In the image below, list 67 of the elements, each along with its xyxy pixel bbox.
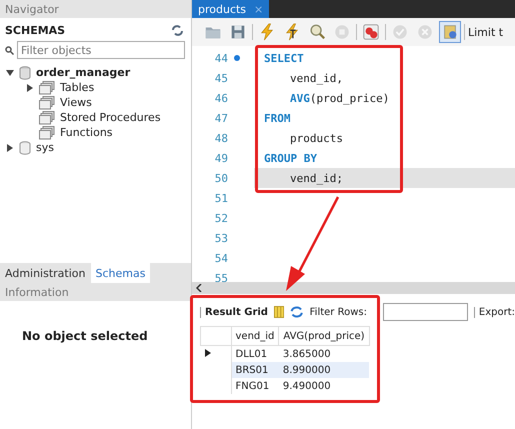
panel-tab[interactable]: Schemas [90, 263, 150, 283]
folder-stack-icon [39, 96, 55, 110]
folder-stack-icon [39, 110, 55, 124]
refresh-icon[interactable] [172, 25, 183, 36]
line-number: 47 [214, 112, 228, 124]
table-cell: BRS01 [231, 362, 279, 378]
line-number: 53 [214, 232, 228, 244]
code-line: products [290, 132, 343, 144]
line-number: 44 [214, 52, 228, 64]
line-number: 48 [214, 132, 228, 144]
line-number: 51 [214, 192, 228, 204]
cancel-icon [416, 23, 434, 41]
tree-item[interactable]: Tables [60, 81, 94, 94]
folder-stack-icon [39, 80, 55, 94]
export-label: Export: [474, 306, 515, 318]
line-number: 50 [214, 172, 228, 184]
schema-item[interactable]: sys [36, 141, 54, 154]
line-number: 46 [214, 92, 228, 104]
database-icon [19, 140, 31, 154]
code-line: GROUP BY [264, 152, 317, 164]
code-line: AVG(prod_price) [290, 92, 390, 104]
grid-icon[interactable] [274, 305, 284, 319]
section-title: SCHEMAS [5, 24, 66, 37]
collapsed-arrow-icon[interactable] [6, 144, 14, 152]
search-icon [5, 46, 14, 54]
tree-item[interactable]: Stored Procedures [60, 111, 161, 124]
table-cell: DLL01 [231, 346, 279, 362]
filter-label: Filter Rows: [310, 306, 367, 318]
code-line: vend_id, [290, 72, 343, 84]
table-cell: 3.865000 [278, 346, 370, 362]
line-number: 49 [214, 152, 228, 164]
autocommit-button[interactable] [439, 21, 461, 43]
line-number: 52 [214, 212, 228, 224]
expanded-arrow-icon[interactable] [6, 68, 14, 76]
save-icon [229, 23, 247, 41]
line-number: 55 [214, 272, 228, 282]
result-grid-label[interactable]: Result Grid [200, 306, 268, 318]
code-line: SELECT [264, 52, 304, 64]
folder-stack-icon [39, 126, 55, 140]
magnifier-icon [308, 23, 326, 41]
code-line: FROM [264, 112, 290, 124]
table-cell: 8.990000 [278, 362, 370, 378]
panel-title: Information [0, 283, 191, 301]
stop-icon [333, 23, 351, 41]
table-cell: FNG01 [231, 378, 279, 394]
error-toggle-icon [362, 23, 380, 41]
filter-field[interactable]: Filter objects [17, 41, 185, 59]
column-header[interactable]: vend_id [231, 326, 279, 346]
refresh-icon[interactable] [290, 305, 304, 319]
line-number: 45 [214, 72, 228, 84]
info-message: No object selected [22, 329, 148, 343]
scroll-left-icon[interactable] [196, 284, 202, 292]
collapsed-arrow-icon[interactable] [26, 84, 34, 92]
filter-rows-field[interactable] [382, 303, 468, 321]
autocommit-icon [441, 23, 459, 41]
line-number: 54 [214, 252, 228, 264]
database-icon [19, 66, 31, 80]
schema-item[interactable]: order_manager [36, 66, 130, 79]
table-cell: 9.490000 [278, 378, 370, 394]
tree-item[interactable]: Views [60, 96, 92, 109]
limit-label: Limit t [468, 26, 504, 38]
editor-tab[interactable]: products × [192, 0, 270, 18]
column-header[interactable]: AVG(prod_price) [278, 326, 370, 346]
code-line: vend_id; [290, 172, 343, 184]
tree-item[interactable]: Functions [60, 126, 113, 139]
panel-title: Navigator [0, 0, 191, 18]
check-icon [391, 23, 409, 41]
